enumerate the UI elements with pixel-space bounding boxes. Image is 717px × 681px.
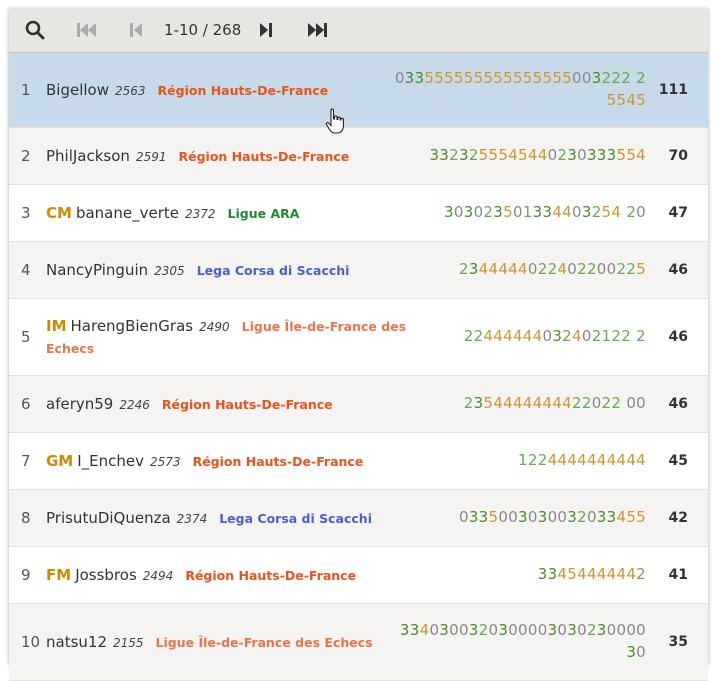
player-info: FM Jossbros 2494 Région Hauts-De-France	[46, 564, 438, 587]
player-list: 1 Bigellow 2563 Région Hauts-De-France 03355…	[9, 53, 708, 681]
player-rating: 2573	[150, 454, 181, 469]
player-team[interactable]: Région Hauts-De-France	[185, 568, 356, 583]
player-name[interactable]: Jossbros	[75, 566, 137, 584]
rank: 8	[21, 509, 31, 527]
player-title: CM	[46, 203, 72, 222]
player-row[interactable]: 3 CM banane_verte 2372 Ligue ARA 303023501334…	[9, 185, 708, 242]
player-row[interactable]: 7 GM I_Enchev 2573 Région Hauts-De-France 122…	[9, 433, 708, 490]
player-row[interactable]: 5 IM HarengBienGras 2490 Ligue Île-de-France…	[9, 299, 708, 376]
player-rating: 2563	[115, 83, 146, 98]
player-info: CM banane_verte 2372 Ligue ARA	[46, 202, 438, 225]
player-info: IM HarengBienGras 2490 Ligue Île-de-France …	[46, 315, 438, 360]
player-team[interactable]: Région Hauts-De-France	[178, 149, 349, 164]
player-name[interactable]: natsu12	[46, 633, 107, 651]
rank: 7	[21, 452, 31, 470]
total-score: 46	[668, 329, 688, 345]
score-sheet: 2344444022402200225	[458, 260, 646, 279]
prev-page-icon	[130, 23, 142, 37]
player-rating: 2494	[142, 568, 174, 583]
rank: 3	[21, 204, 31, 222]
leaderboard-panel: 1-10 / 268 1 Bigellow 2563 Région Hauts-De-…	[9, 8, 708, 681]
player-name[interactable]: banane_verte	[76, 204, 179, 222]
total-score: 111	[658, 82, 688, 98]
player-row[interactable]: 8 PrisutuDiQuenza 2374 Lega Corsa di Scacch…	[9, 490, 708, 547]
player-rating: 2490	[199, 319, 230, 334]
score-sheet: 3323255545440230333554	[429, 146, 646, 165]
player-info: PrisutuDiQuenza 2374 Lega Corsa di Scacchi	[46, 507, 438, 530]
player-team[interactable]: Ligue Île-de-France des Echecs	[156, 635, 373, 650]
search-button[interactable]	[23, 8, 47, 52]
total-score: 46	[668, 396, 688, 412]
page-info: 1-10 / 268	[164, 21, 242, 39]
total-score: 45	[668, 453, 688, 469]
player-info: PhilJackson 2591 Région Hauts-De-France	[46, 145, 438, 168]
player-name[interactable]: HarengBienGras	[71, 317, 194, 335]
score-sheet: 2354444444422022 00	[463, 394, 646, 413]
player-rating: 2246	[119, 397, 150, 412]
player-team[interactable]: Région Hauts-De-France	[158, 83, 329, 98]
rank: 9	[21, 566, 31, 584]
player-team[interactable]: Région Hauts-De-France	[193, 454, 364, 469]
total-score: 47	[668, 205, 688, 221]
rank: 10	[21, 633, 41, 651]
score-sheet: 303023501334403254 20	[444, 203, 646, 222]
search-icon	[25, 20, 45, 40]
player-name[interactable]: Bigellow	[46, 81, 109, 99]
player-row[interactable]: 2 PhilJackson 2591 Région Hauts-De-France 33…	[9, 128, 708, 185]
total-score: 42	[668, 510, 688, 526]
player-title: IM	[46, 316, 67, 335]
total-score: 70	[668, 148, 688, 164]
player-info: NancyPinguin 2305 Lega Corsa di Scacchi	[46, 259, 438, 282]
player-info: natsu12 2155 Ligue Île-de-France des Echec…	[46, 631, 438, 654]
last-page-icon	[308, 23, 327, 37]
player-row[interactable]: 1 Bigellow 2563 Région Hauts-De-France 03355…	[9, 53, 708, 128]
rank: 4	[21, 261, 31, 279]
rank: 5	[21, 328, 31, 346]
score-sheet: 22444444032402122 2	[463, 327, 646, 346]
player-title: GM	[46, 451, 74, 470]
score-sheet: 0335003030032033455	[458, 508, 646, 527]
rank: 1	[21, 81, 31, 99]
score-sheet: 33454444442	[537, 565, 646, 584]
score-sheet: 1224444444444	[518, 451, 646, 470]
player-team[interactable]: Lega Corsa di Scacchi	[219, 511, 372, 526]
rank: 6	[21, 395, 31, 413]
score-sheet: 3340300320300003030230000 30	[399, 621, 646, 661]
rank: 2	[21, 147, 31, 165]
total-score: 35	[668, 634, 688, 650]
first-page-icon	[77, 23, 96, 37]
player-rating: 2155	[113, 635, 144, 650]
player-team[interactable]: Lega Corsa di Scacchi	[197, 263, 350, 278]
player-info: aferyn59 2246 Région Hauts-De-France	[46, 393, 438, 416]
prev-page-button[interactable]	[127, 8, 145, 52]
next-page-icon	[260, 23, 272, 37]
player-name[interactable]: PhilJackson	[46, 147, 130, 165]
player-name[interactable]: PrisutuDiQuenza	[46, 509, 171, 527]
total-score: 41	[668, 567, 688, 583]
player-info: Bigellow 2563 Région Hauts-De-France	[46, 79, 438, 102]
player-name[interactable]: NancyPinguin	[46, 261, 148, 279]
player-team[interactable]: Région Hauts-De-France	[162, 397, 333, 412]
first-page-button[interactable]	[75, 8, 99, 52]
pager-toolbar: 1-10 / 268	[9, 8, 708, 53]
last-page-button[interactable]	[305, 8, 329, 52]
player-row[interactable]: 9 FM Jossbros 2494 Région Hauts-De-France 334…	[9, 547, 708, 604]
player-rating: 2591	[135, 149, 167, 164]
player-row[interactable]: 10 natsu12 2155 Ligue Île-de-France des Ech…	[9, 604, 708, 681]
player-title: FM	[46, 565, 72, 584]
player-name[interactable]: I_Enchev	[77, 452, 144, 470]
player-rating: 2374	[176, 511, 208, 526]
score-sheet: 033555555555555555003222 25545	[394, 69, 646, 109]
next-page-button[interactable]	[257, 8, 275, 52]
player-row[interactable]: 6 aferyn59 2246 Région Hauts-De-France 23544…	[9, 376, 708, 433]
player-info: GM I_Enchev 2573 Région Hauts-De-France	[46, 450, 438, 473]
player-rating: 2305	[154, 263, 185, 278]
player-rating: 2372	[184, 206, 216, 221]
player-row[interactable]: 4 NancyPinguin 2305 Lega Corsa di Scacchi 23…	[9, 242, 708, 299]
player-name[interactable]: aferyn59	[46, 395, 113, 413]
player-team[interactable]: Ligue ARA	[228, 206, 300, 221]
total-score: 46	[668, 262, 688, 278]
